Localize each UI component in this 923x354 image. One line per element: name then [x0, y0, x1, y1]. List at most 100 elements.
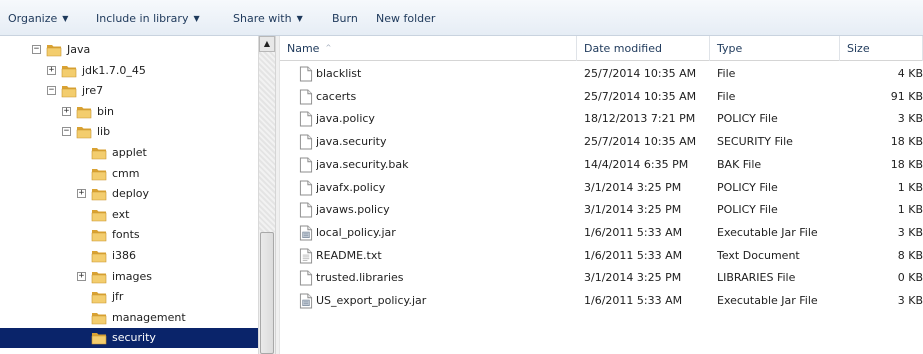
file-type: Text Document	[717, 248, 800, 262]
file-size: 18 KB	[890, 135, 923, 149]
scroll-up-arrow-icon[interactable]: ▲	[259, 36, 275, 52]
file-date-modified: 18/12/2013 7:21 PM	[584, 112, 696, 126]
file-row[interactable]: java.policy 18/12/2013 7:21 PM POLICY File…	[280, 108, 923, 130]
file-row[interactable]: local_policy.jar 1/6/2011 5:33 AM Executab…	[280, 222, 923, 244]
file-row[interactable]: javafx.policy 3/1/2014 3:25 PM POLICY File…	[280, 177, 923, 199]
file-row[interactable]: javaws.policy 3/1/2014 3:25 PM POLICY File…	[280, 199, 923, 221]
file-date-modified: 25/7/2014 10:35 AM	[584, 67, 697, 80]
column-header-type[interactable]: Type	[710, 36, 840, 61]
file-date-modified: 25/7/2014 10:35 AM	[584, 89, 697, 103]
tree-item-security[interactable]: security	[0, 328, 258, 349]
tree-item-label: management	[112, 310, 186, 324]
tree-item-jdk1-7-0-45[interactable]: + jdk1.7.0_45	[0, 61, 258, 81]
tree-item-management[interactable]: management	[0, 308, 258, 328]
column-header-size[interactable]: Size	[840, 36, 923, 61]
tree-item-ext[interactable]: ext	[0, 205, 258, 225]
tree-item-i386[interactable]: i386	[0, 246, 258, 266]
tree-item-cmm[interactable]: cmm	[0, 164, 258, 184]
file-name: cacerts	[316, 89, 357, 103]
file-list[interactable]: Name ^ Date modified Type Size blacklist 2…	[280, 36, 923, 354]
file-row[interactable]: US_export_policy.jar 1/6/2011 5:33 AM Exec…	[280, 290, 923, 312]
collapse-icon[interactable]: −	[32, 45, 41, 54]
tree-item-label: fonts	[112, 228, 140, 242]
tree-item-deploy[interactable]: + deploy	[0, 184, 258, 204]
folder-icon	[61, 64, 77, 78]
file-date-modified: 25/7/2014 10:35 AM	[584, 135, 697, 149]
file-row[interactable]: trusted.libraries 3/1/2014 3:25 PM LIBRARI…	[280, 267, 923, 289]
file-row[interactable]: README.txt 1/6/2011 5:33 AM Text Document 8…	[280, 245, 923, 267]
file-date-modified: 3/1/2014 3:25 PM	[584, 180, 682, 194]
blank-file-icon	[299, 202, 313, 218]
tree-item-label: bin	[97, 104, 115, 118]
new-folder-button[interactable]: New folder	[376, 11, 435, 27]
organize-button[interactable]: Organize ▼	[8, 11, 68, 27]
file-row[interactable]: blacklist 25/7/2014 10:35 AM File 4 KB	[280, 63, 923, 85]
tree-item-label: deploy	[112, 187, 150, 201]
navigation-scrollbar[interactable]: ▲	[258, 36, 275, 354]
scrollbar-track[interactable]	[259, 52, 275, 232]
column-header-date-modified[interactable]: Date modified	[577, 36, 710, 61]
folder-icon	[91, 311, 107, 325]
expand-icon[interactable]: +	[62, 106, 71, 116]
tree-item-label: jre7	[82, 84, 104, 98]
expand-icon[interactable]: +	[47, 65, 56, 75]
tree-item-label: Java	[67, 43, 91, 56]
navigation-pane[interactable]: − Java + jdk1.7.0_45 − jre7 + bin − lib applet cmm +…	[0, 36, 275, 354]
file-size: 0 KB	[897, 271, 923, 285]
folder-icon	[61, 84, 77, 98]
blank-file-icon	[299, 89, 313, 105]
scrollbar-thumb[interactable]	[260, 232, 274, 354]
file-size: 3 KB	[897, 294, 923, 307]
folder-icon	[76, 105, 92, 119]
file-size: 3 KB	[897, 112, 923, 126]
expand-icon[interactable]: +	[77, 189, 86, 199]
file-type: Executable Jar File	[717, 225, 818, 239]
file-date-modified: 1/6/2011 5:33 AM	[584, 225, 683, 239]
tree-item-lib[interactable]: − lib	[0, 122, 258, 142]
expand-icon[interactable]: +	[77, 271, 86, 281]
file-row[interactable]: java.security.bak 14/4/2014 6:35 PM BAK Fi…	[280, 154, 923, 176]
tree-item-label: cmm	[112, 166, 140, 180]
organize-label: Organize	[8, 12, 58, 25]
file-type: Executable Jar File	[717, 294, 818, 307]
file-row[interactable]: cacerts 25/7/2014 10:35 AM File 91 KB	[280, 86, 923, 108]
collapse-icon[interactable]: −	[62, 127, 71, 137]
tree-item-label: security	[112, 331, 156, 345]
tree-item-jfr[interactable]: jfr	[0, 287, 258, 307]
file-size: 4 KB	[897, 67, 923, 80]
tree-item-label: jdk1.7.0_45	[82, 63, 146, 77]
collapse-icon[interactable]: −	[47, 86, 56, 96]
burn-button[interactable]: Burn	[332, 11, 358, 27]
blank-file-icon	[299, 66, 313, 82]
share-with-button[interactable]: Share with ▼	[233, 11, 303, 27]
include-in-library-label: Include in library	[96, 12, 189, 25]
file-name: java.security.bak	[316, 157, 409, 171]
sort-ascending-icon: ^	[325, 44, 332, 52]
tree-item-jre7[interactable]: − jre7	[0, 81, 258, 101]
file-size: 18 KB	[890, 157, 923, 171]
blank-file-icon	[299, 134, 313, 150]
tree-item-bin[interactable]: + bin	[0, 102, 258, 122]
tree-item-java[interactable]: − Java	[0, 40, 258, 60]
tree-item-fonts[interactable]: fonts	[0, 225, 258, 245]
file-name: java.security	[316, 135, 387, 149]
tree-item-applet[interactable]: applet	[0, 143, 258, 163]
file-type: SECURITY File	[717, 135, 793, 149]
folder-icon	[91, 146, 107, 160]
jar-file-icon	[299, 225, 313, 241]
include-in-library-button[interactable]: Include in library ▼	[96, 11, 200, 27]
tree-item-label: jfr	[112, 290, 124, 304]
file-type: POLICY File	[717, 180, 778, 194]
tree-item-images[interactable]: + images	[0, 267, 258, 287]
tree-item-label: i386	[112, 249, 137, 262]
file-name: trusted.libraries	[316, 271, 404, 285]
dropdown-arrow-icon: ▼	[296, 14, 303, 23]
file-row[interactable]: java.security 25/7/2014 10:35 AM SECURITY …	[280, 131, 923, 153]
file-size: 91 KB	[890, 89, 923, 103]
file-type: POLICY File	[717, 203, 778, 217]
folder-icon	[91, 249, 107, 263]
folder-icon	[91, 228, 107, 242]
column-header-row: Name ^ Date modified Type Size	[280, 36, 923, 61]
column-header-name-label: Name	[287, 42, 320, 55]
column-header-name[interactable]: Name ^	[280, 36, 577, 61]
